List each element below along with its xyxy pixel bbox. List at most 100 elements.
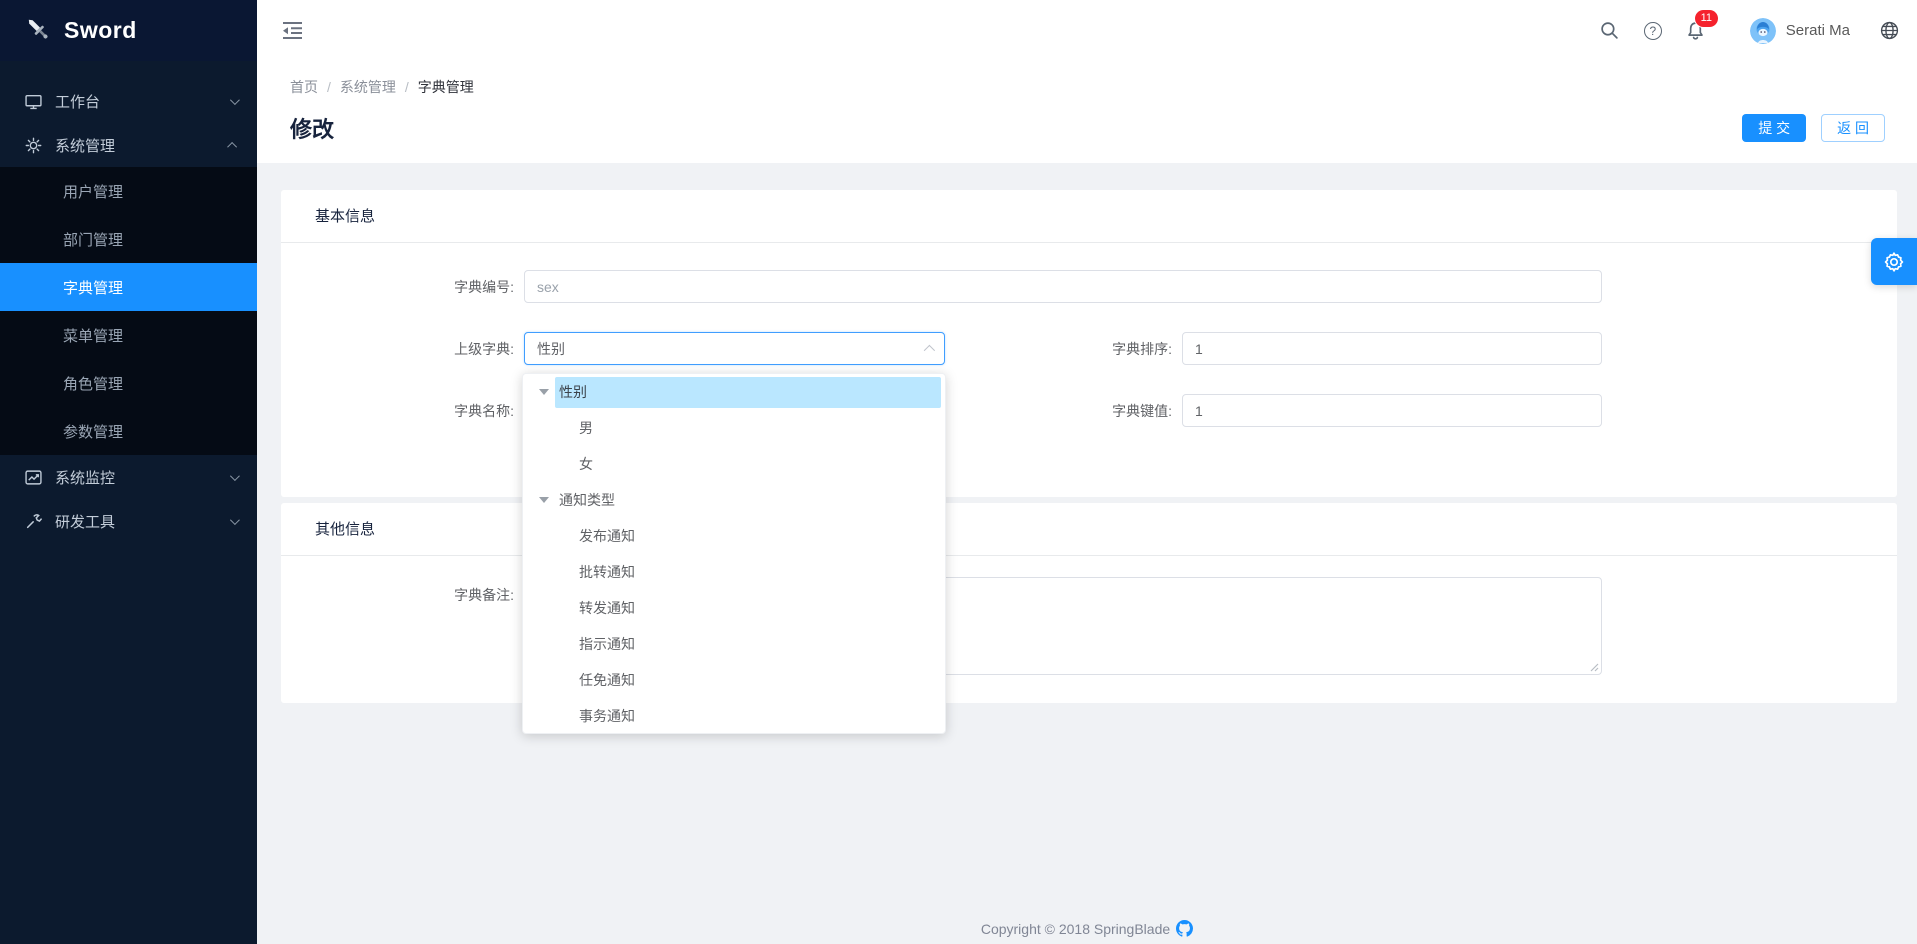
card-title: 基本信息 <box>281 190 1897 243</box>
form-row: 上级字典: 性别 字典排序: <box>281 332 1897 365</box>
parent-dict-select[interactable]: 性别 <box>524 332 945 365</box>
brand-name: Sword <box>64 17 137 44</box>
dict-key-input[interactable] <box>1182 394 1602 427</box>
tree-item-forward-notice[interactable]: 转发通知 <box>523 590 945 626</box>
tree-item-label: 转发通知 <box>575 593 941 624</box>
resize-grip-icon[interactable] <box>1588 661 1599 672</box>
page-title: 修改 <box>290 112 334 144</box>
tree-item-label: 任免通知 <box>575 665 941 696</box>
sidebar-item-system-monitor[interactable]: 系统监控 <box>0 455 257 499</box>
form-row: 字典编号: <box>281 270 1897 303</box>
gear-icon <box>25 137 42 154</box>
dict-name-label: 字典名称: <box>281 401 524 421</box>
content: 基本信息 字典编号: 上级字典: 性别 <box>257 163 1917 944</box>
theme-settings-button[interactable] <box>1871 238 1917 285</box>
title-row: 修改 提 交 返 回 <box>290 114 1885 142</box>
sword-icon <box>24 15 52 46</box>
breadcrumb-separator: / <box>327 79 331 95</box>
tree-item-sex[interactable]: 性别 <box>523 374 945 410</box>
dict-code-input[interactable] <box>524 270 1602 303</box>
sidebar: Sword 工作台 系统管理 用户管理 部门管理 <box>0 0 257 944</box>
tree-item-female[interactable]: 女 <box>523 446 945 482</box>
tree-item-instruct-notice[interactable]: 指示通知 <box>523 626 945 662</box>
language-globe-icon[interactable] <box>1880 21 1899 40</box>
parent-dict-dropdown: 性别 男 女 通知类型 发布通知 批转通知 转发通知 指示通知 任免通知 事务通… <box>522 373 946 734</box>
page-actions: 提 交 返 回 <box>1742 114 1885 142</box>
dict-remark-label: 字典备注: <box>281 577 524 605</box>
tree-item-notice-type[interactable]: 通知类型 <box>523 482 945 518</box>
page-header: 首页 / 系统管理 / 字典管理 修改 提 交 返 回 <box>257 61 1917 163</box>
breadcrumb-separator: / <box>405 79 409 95</box>
dict-sort-label: 字典排序: <box>945 339 1182 359</box>
sidebar-item-menu-mgmt[interactable]: 菜单管理 <box>0 311 257 359</box>
avatar[interactable] <box>1750 18 1776 44</box>
tree-item-label: 性别 <box>555 377 941 408</box>
notification-bell-icon[interactable]: 11 <box>1686 21 1705 41</box>
app-root: Sword 工作台 系统管理 用户管理 部门管理 <box>0 0 1917 944</box>
topbar: ? 11 <box>257 0 1917 61</box>
tree-item-label: 事务通知 <box>575 701 941 732</box>
dict-sort-item: 字典排序: <box>945 332 1602 365</box>
back-button[interactable]: 返 回 <box>1821 114 1885 142</box>
sidebar-item-role-mgmt[interactable]: 角色管理 <box>0 359 257 407</box>
caret-down-icon[interactable] <box>539 389 555 395</box>
brand-logo[interactable]: Sword <box>0 0 257 61</box>
dict-sort-input[interactable] <box>1182 332 1602 365</box>
parent-dict-select-value: 性别 <box>537 339 565 359</box>
main-area: ? 11 <box>257 0 1917 944</box>
dict-code-label: 字典编号: <box>281 277 524 297</box>
sidebar-item-param-mgmt[interactable]: 参数管理 <box>0 407 257 455</box>
tree-item-label: 批转通知 <box>575 557 941 588</box>
chevron-up-icon <box>924 344 935 355</box>
chevron-down-icon <box>230 95 240 105</box>
sidebar-menu: 工作台 系统管理 用户管理 部门管理 字典管理 菜单管理 角色管理 参数管理 <box>0 61 257 543</box>
wrench-icon <box>25 513 42 530</box>
sidebar-item-label: 系统管理 <box>55 135 115 156</box>
sidebar-item-system-mgmt[interactable]: 系统管理 <box>0 123 257 167</box>
help-icon[interactable]: ? <box>1644 22 1662 40</box>
breadcrumb: 首页 / 系统管理 / 字典管理 <box>290 77 1885 97</box>
dict-key-label: 字典键值: <box>945 401 1182 421</box>
tree-item-label: 发布通知 <box>575 521 941 552</box>
sidebar-item-label: 工作台 <box>55 91 100 112</box>
parent-dict-item: 上级字典: 性别 <box>281 332 945 365</box>
search-icon[interactable] <box>1600 21 1619 40</box>
breadcrumb-system-mgmt[interactable]: 系统管理 <box>340 77 396 97</box>
chart-icon <box>25 469 42 486</box>
tree-item-appoint-notice[interactable]: 任免通知 <box>523 662 945 698</box>
sidebar-item-label: 系统监控 <box>55 467 115 488</box>
tree-item-label: 指示通知 <box>575 629 941 660</box>
github-icon[interactable] <box>1176 920 1193 937</box>
tree-item-male[interactable]: 男 <box>523 410 945 446</box>
breadcrumb-dict-mgmt: 字典管理 <box>418 77 474 97</box>
dict-key-item: 字典键值: <box>945 394 1602 427</box>
sidebar-item-user-mgmt[interactable]: 用户管理 <box>0 167 257 215</box>
user-name[interactable]: Serati Ma <box>1786 22 1850 39</box>
gear-icon <box>1882 250 1906 274</box>
copyright-text: Copyright © 2018 SpringBlade <box>981 921 1170 937</box>
breadcrumb-home[interactable]: 首页 <box>290 77 318 97</box>
tree-item-label: 女 <box>575 449 941 480</box>
monitor-icon <box>25 93 42 110</box>
parent-dict-label: 上级字典: <box>281 339 524 359</box>
tree-item-affair-notice[interactable]: 事务通知 <box>523 698 945 734</box>
tree-item-label: 男 <box>575 413 941 444</box>
submit-button[interactable]: 提 交 <box>1742 114 1806 142</box>
chevron-down-icon <box>230 471 240 481</box>
tree-item-approve-notice[interactable]: 批转通知 <box>523 554 945 590</box>
chevron-down-icon <box>230 515 240 525</box>
dict-code-item: 字典编号: <box>281 270 1602 303</box>
sidebar-item-dept-mgmt[interactable]: 部门管理 <box>0 215 257 263</box>
sidebar-item-workbench[interactable]: 工作台 <box>0 79 257 123</box>
system-submenu: 用户管理 部门管理 字典管理 菜单管理 角色管理 参数管理 <box>0 167 257 455</box>
footer: Copyright © 2018 SpringBlade <box>257 920 1917 937</box>
tree-item-label: 通知类型 <box>555 485 941 516</box>
sidebar-item-dict-mgmt[interactable]: 字典管理 <box>0 263 257 311</box>
chevron-up-icon <box>227 141 237 151</box>
caret-down-icon[interactable] <box>539 497 555 503</box>
sidebar-item-label: 研发工具 <box>55 511 115 532</box>
topbar-right: ? 11 <box>1600 18 1899 44</box>
menu-fold-icon[interactable] <box>282 21 303 40</box>
sidebar-item-dev-tools[interactable]: 研发工具 <box>0 499 257 543</box>
tree-item-publish-notice[interactable]: 发布通知 <box>523 518 945 554</box>
